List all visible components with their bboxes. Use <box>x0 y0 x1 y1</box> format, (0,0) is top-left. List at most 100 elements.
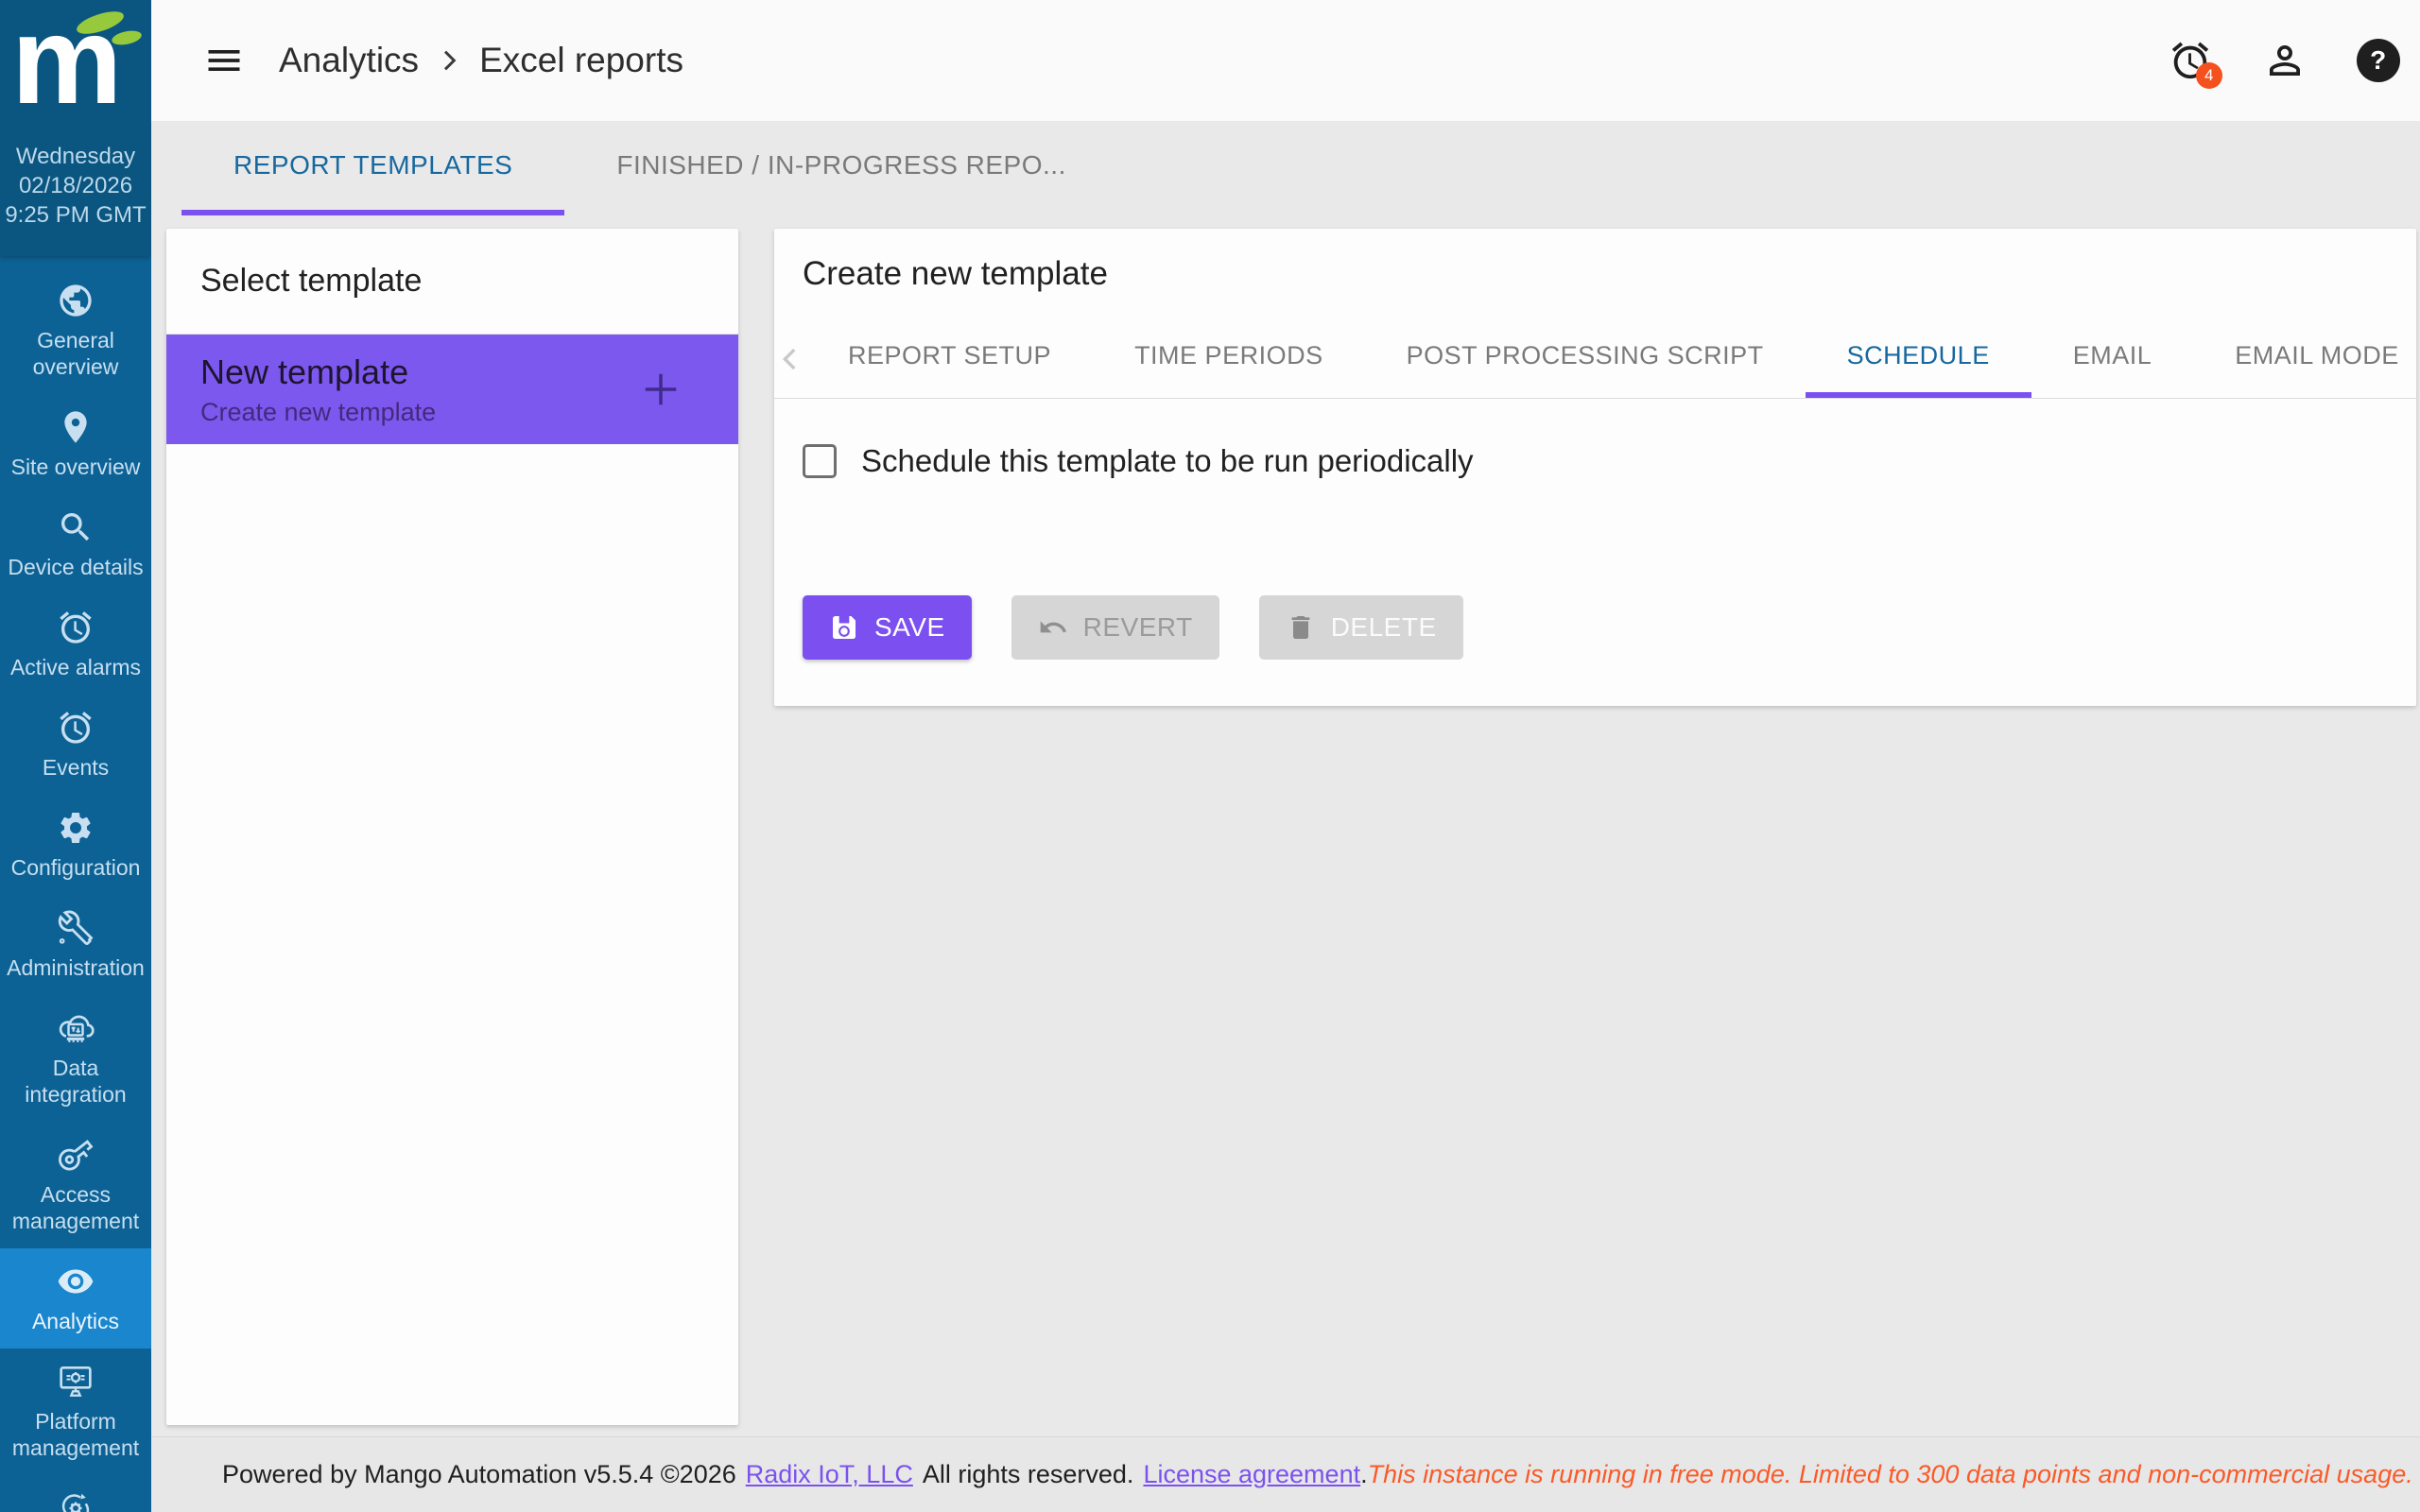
sidebar-item-access-management[interactable]: Access management <box>0 1122 151 1248</box>
revert-button[interactable]: REVERT <box>1011 595 1219 660</box>
alarm-clock-icon <box>57 609 95 646</box>
delete-button[interactable]: DELETE <box>1259 595 1463 660</box>
sidebar-item-configuration[interactable]: Configuration <box>0 795 151 895</box>
date-value: 02/18/2026 <box>0 171 151 200</box>
breadcrumb-analytics[interactable]: Analytics <box>279 41 419 80</box>
tab-report-templates[interactable]: REPORT TEMPLATES <box>182 121 564 215</box>
tab-schedule[interactable]: SCHEDULE <box>1806 319 2031 398</box>
tab-time-periods[interactable]: TIME PERIODS <box>1093 319 1365 398</box>
top-bar: Analytics Excel reports 4 ? <box>151 0 2420 121</box>
sidebar-item-general-overview[interactable]: General overview <box>0 267 151 394</box>
leaf-icon <box>74 9 146 51</box>
footer-license-link[interactable]: License agreement <box>1143 1460 1360 1488</box>
footer: Powered by Mango Automation v5.5.4 ©2026… <box>151 1436 2420 1512</box>
alarm-count-badge: 4 <box>2196 62 2222 89</box>
template-editor-panel: Create new template REPORT SETUP TIME PE… <box>774 229 2416 706</box>
sync-gear-icon <box>57 1489 95 1512</box>
menu-icon[interactable] <box>203 40 245 81</box>
sidebar-item-label: Device details <box>5 554 147 580</box>
map-pin-icon <box>57 408 95 446</box>
tab-email-mode[interactable]: EMAIL MODE <box>2193 319 2420 398</box>
breadcrumb-excel-reports: Excel reports <box>479 41 683 80</box>
sidebar-item-label: Analytics <box>5 1308 147 1334</box>
page-tabs: REPORT TEMPLATES FINISHED / IN-PROGRESS … <box>151 121 2420 215</box>
save-button-label: SAVE <box>874 612 945 643</box>
tab-post-processing-script[interactable]: POST PROCESSING SCRIPT <box>1365 319 1806 398</box>
sidebar-item-label: Data integration <box>5 1055 147 1108</box>
delete-button-label: DELETE <box>1331 612 1437 643</box>
sidebar-item-analytics[interactable]: Analytics <box>0 1248 151 1349</box>
question-mark-icon: ? <box>2370 45 2386 76</box>
sidebar-item-platform-management[interactable]: Platform management <box>0 1349 151 1475</box>
sidebar-item-device-details[interactable]: Device details <box>0 494 151 594</box>
undo-arrow-icon <box>1038 612 1068 643</box>
schedule-checkbox[interactable] <box>803 444 837 478</box>
sidebar-item-label: Active alarms <box>5 654 147 680</box>
alarm-clock-icon <box>57 709 95 747</box>
trash-icon <box>1286 612 1316 643</box>
editor-tabs: REPORT SETUP TIME PERIODS POST PROCESSIN… <box>774 319 2416 399</box>
footer-rights: All rights reserved. <box>923 1460 1134 1489</box>
editor-title: Create new template <box>774 229 2416 299</box>
time-value: 9:25 PM GMT <box>0 200 151 230</box>
plus-icon <box>636 365 685 414</box>
free-mode-notice: This instance is running in free mode. L… <box>1368 1460 2413 1489</box>
alarms-button[interactable]: 4 <box>2168 38 2213 83</box>
chevron-left-icon <box>774 343 806 375</box>
user-button[interactable] <box>2262 38 2308 83</box>
sidebar-item-label: Site overview <box>5 454 147 480</box>
sidebar-header: m Wednesday 02/18/2026 9:25 PM GMT <box>0 0 151 256</box>
tab-finished-reports[interactable]: FINISHED / IN-PROGRESS REPO... <box>564 121 1118 215</box>
sidebar-item-label: Administration <box>5 954 147 981</box>
topbar-icons: 4 ? <box>2168 38 2400 83</box>
globe-icon <box>57 282 95 319</box>
tabs-scroll-left-button <box>774 319 806 398</box>
sidebar-item-label: Events <box>5 754 147 781</box>
sidebar-item-label: Configuration <box>5 854 147 881</box>
template-item-title: New template <box>200 352 636 392</box>
footer-license-period: . <box>1360 1460 1368 1488</box>
date-weekday: Wednesday <box>0 142 151 171</box>
content-area: Select template New template Create new … <box>151 215 2420 1436</box>
footer-company-link[interactable]: Radix IoT, LLC <box>746 1460 913 1489</box>
schedule-checkbox-row: Schedule this template to be run periodi… <box>803 440 2416 482</box>
sidebar-nav: General overview Site overview Device de… <box>0 256 151 1512</box>
wrench-icon <box>57 909 95 947</box>
main-column: Analytics Excel reports 4 ? REPORT TE <box>151 0 2420 1512</box>
cloud-transfer-icon <box>57 1009 95 1047</box>
current-datetime: Wednesday 02/18/2026 9:25 PM GMT <box>0 142 151 230</box>
sidebar: m Wednesday 02/18/2026 9:25 PM GMT Gener… <box>0 0 151 1512</box>
chevron-right-icon <box>434 45 464 76</box>
key-icon <box>57 1136 95 1174</box>
help-button[interactable]: ? <box>2357 39 2400 82</box>
save-button[interactable]: SAVE <box>803 595 972 660</box>
app-root: m Wednesday 02/18/2026 9:25 PM GMT Gener… <box>0 0 2420 1512</box>
tab-email[interactable]: EMAIL <box>2031 319 2194 398</box>
monitor-gear-icon <box>57 1363 95 1400</box>
footer-powered-by: Powered by Mango Automation v5.5.4 ©2026 <box>222 1460 736 1489</box>
sidebar-item-event-handlers[interactable]: Event <box>0 1475 151 1512</box>
template-item-subtitle: Create new template <box>200 398 636 427</box>
search-icon <box>57 508 95 546</box>
tab-report-setup[interactable]: REPORT SETUP <box>806 319 1093 398</box>
sidebar-item-administration[interactable]: Administration <box>0 895 151 995</box>
mango-logo: m <box>0 9 151 129</box>
floppy-disk-icon <box>829 612 859 643</box>
revert-button-label: REVERT <box>1083 612 1193 643</box>
person-icon <box>2262 38 2308 83</box>
sidebar-item-label: Platform management <box>5 1408 147 1461</box>
template-list-panel: Select template New template Create new … <box>166 229 738 1425</box>
sidebar-item-site-overview[interactable]: Site overview <box>0 394 151 494</box>
template-item-new[interactable]: New template Create new template <box>166 335 738 444</box>
template-list-title: Select template <box>166 229 738 335</box>
sidebar-item-label: General overview <box>5 327 147 380</box>
eye-icon <box>57 1263 95 1300</box>
sidebar-item-events[interactable]: Events <box>0 695 151 795</box>
sidebar-item-data-integration[interactable]: Data integration <box>0 995 151 1122</box>
breadcrumb: Analytics Excel reports <box>279 41 683 80</box>
schedule-checkbox-label: Schedule this template to be run periodi… <box>861 443 1474 479</box>
sidebar-item-label: Access management <box>5 1181 147 1234</box>
gear-icon <box>57 809 95 847</box>
editor-buttons: SAVE REVERT DELETE <box>803 595 2416 660</box>
sidebar-item-active-alarms[interactable]: Active alarms <box>0 594 151 695</box>
